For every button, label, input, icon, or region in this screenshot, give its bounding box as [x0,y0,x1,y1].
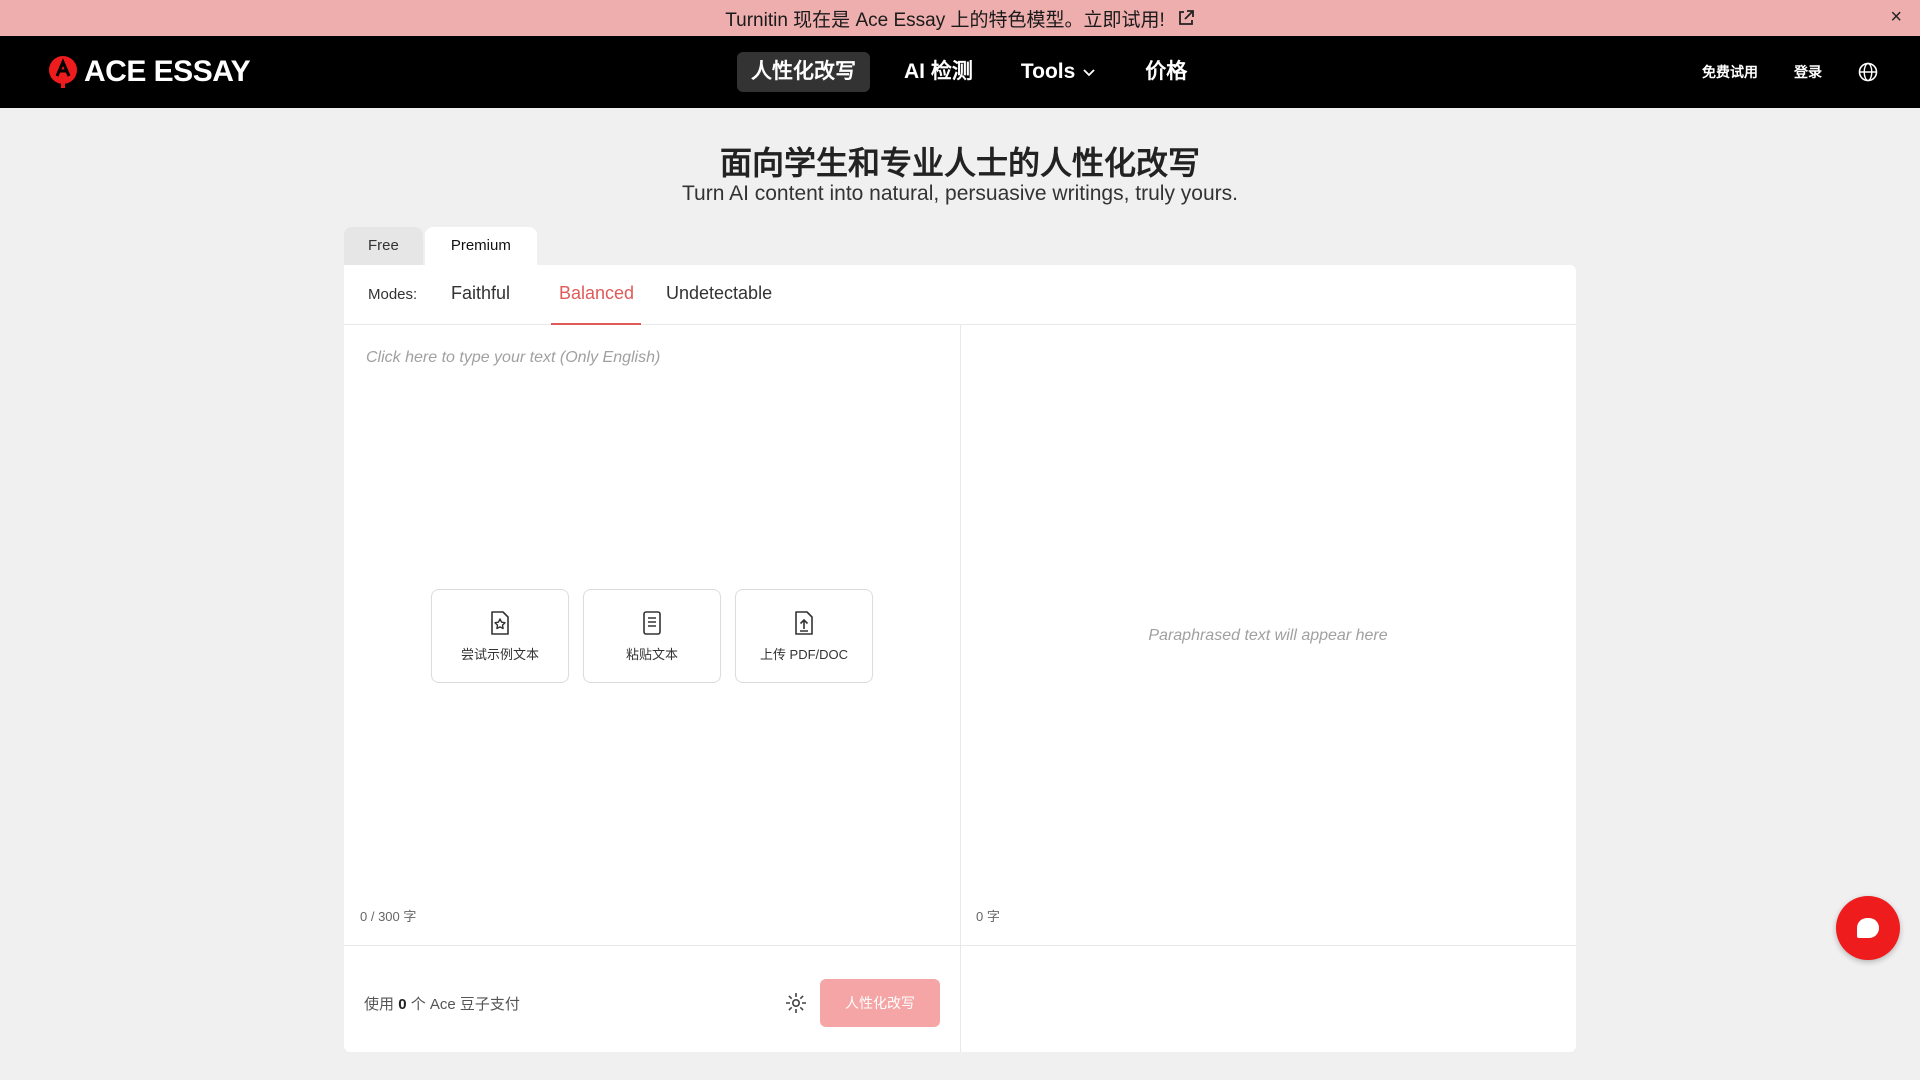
logo-text: ACE ESSAY [84,55,251,88]
chat-widget-button[interactable] [1836,896,1900,960]
close-icon[interactable]: × [1890,6,1902,29]
mode-undetectable[interactable]: Undetectable [666,283,772,304]
star-document-icon [491,610,509,635]
modes-label: Modes: [368,286,418,303]
pay-amount: 0 [398,996,407,1013]
nav-humanize[interactable]: 人性化改写 [737,52,870,92]
upload-file-label: 上传 PDF/DOC [759,646,849,662]
top-navbar: ACE ESSAY 人性化改写 AI 检测 Tools 价格 免费试用 登录 [0,36,1920,108]
mode-faithful[interactable]: Faithful [451,283,510,304]
main-nav: 人性化改写 AI 检测 Tools 价格 [737,52,1201,92]
input-word-count: 0 / 300 字 [360,909,417,924]
humanize-submit-button[interactable]: 人性化改写 [820,979,940,1027]
nav-tools-label: Tools [1020,60,1076,83]
plan-tabs: Free Premium [344,227,537,265]
humanizer-card: Modes: Faithful Balanced Undetectable Cl… [344,265,1576,1052]
input-textarea[interactable]: Click here to type your text (Only Engli… [366,349,660,367]
nav-pricing[interactable]: 价格 [1131,52,1201,92]
modes-bar: Modes: Faithful Balanced Undetectable [344,265,1576,325]
mode-active-underline [551,323,641,325]
paste-text-label: 粘贴文本 [625,646,678,662]
upload-file-button[interactable]: 上传 PDF/DOC [735,589,873,683]
upload-document-icon [795,610,813,635]
mode-balanced[interactable]: Balanced [559,283,634,304]
login-link[interactable]: 登录 [1794,62,1822,82]
nav-actions: 免费试用 登录 [1702,62,1878,82]
page-subtitle: Turn AI content into natural, persuasive… [682,182,1238,205]
try-sample-label: 尝试示例文本 [460,646,539,662]
pane-divider [960,325,961,1052]
page-title: 面向学生和专业人士的人性化改写 [719,145,1200,181]
nav-ai-detect[interactable]: AI 检测 [890,52,987,92]
document-text-icon [643,610,661,635]
footer-divider [344,945,1576,946]
output-placeholder: Paraphrased text will appear here [1148,627,1388,644]
payment-info: 使用 0 个 Ace 豆子支付 [364,993,520,1014]
pay-prefix: 使用 [364,996,395,1013]
external-link-icon[interactable] [1177,9,1195,27]
chat-icon [1857,918,1879,938]
nav-tools[interactable]: Tools [1007,52,1111,92]
logo-icon [49,56,77,88]
input-actions: 尝试示例文本 粘贴文本 上传 PDF/DOC [431,589,873,683]
chevron-down-icon [1083,69,1095,77]
promo-banner[interactable]: Turnitin 现在是 Ace Essay 上的特色模型。立即试用! × [0,0,1920,36]
tab-premium[interactable]: Premium [424,227,537,265]
pay-suffix: 个 Ace 豆子支付 [410,996,520,1013]
paste-text-button[interactable]: 粘贴文本 [583,589,721,683]
try-sample-button[interactable]: 尝试示例文本 [431,589,569,683]
tab-free[interactable]: Free [344,227,423,265]
globe-icon[interactable] [1858,62,1878,82]
logo[interactable]: ACE ESSAY [48,54,251,90]
output-word-count: 0 字 [976,909,1000,924]
banner-text[interactable]: Turnitin 现在是 Ace Essay 上的特色模型。立即试用! [725,5,1165,32]
free-trial-link[interactable]: 免费试用 [1702,62,1758,82]
settings-icon[interactable] [784,991,808,1015]
